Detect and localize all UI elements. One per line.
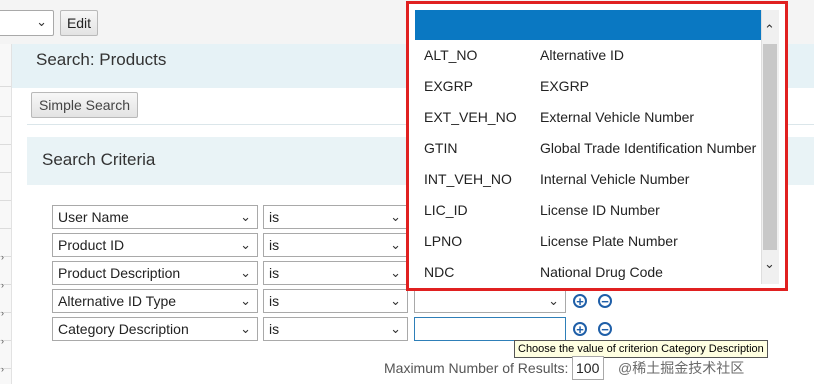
option-description: EXGRP xyxy=(540,78,590,94)
chevron-down-icon: ⌄ xyxy=(240,321,251,336)
max-results-input[interactable]: 100 xyxy=(572,356,604,380)
criterion-field-value: User Name xyxy=(58,209,129,225)
chevron-down-icon: ⌄ xyxy=(240,265,251,280)
chevron-right-icon[interactable]: › xyxy=(1,252,4,262)
simple-search-button[interactable]: Simple Search xyxy=(31,92,138,118)
criterion-value-input[interactable] xyxy=(414,317,566,341)
max-results-label: Maximum Number of Results: xyxy=(384,360,569,376)
criterion-operator-select[interactable]: is ⌄ xyxy=(263,205,408,229)
add-criterion-icon[interactable]: + xyxy=(573,322,587,336)
chevron-down-icon: ⌄ xyxy=(390,321,401,336)
criterion-operator-value: is xyxy=(269,237,280,253)
chevron-down-icon: ⌄ xyxy=(36,14,47,29)
criterion-field-value: Product ID xyxy=(58,237,125,253)
chevron-down-icon: ⌄ xyxy=(240,209,251,224)
criterion-operator-value: is xyxy=(269,209,280,225)
criterion-operator-select[interactable]: is ⌄ xyxy=(263,233,408,257)
dropdown-selected-option[interactable] xyxy=(415,10,761,40)
criterion-field-select[interactable]: User Name ⌄ xyxy=(52,205,258,229)
tooltip: Choose the value of criterion Category D… xyxy=(514,340,768,358)
criterion-field-select[interactable]: Alternative ID Type ⌄ xyxy=(52,289,258,313)
criterion-operator-value: is xyxy=(269,321,280,337)
option-description: License Plate Number xyxy=(540,233,678,249)
option-description: Global Trade Identification Number xyxy=(540,140,757,156)
chevron-down-icon: ⌄ xyxy=(390,293,401,308)
chevron-down-icon[interactable]: ⌄ xyxy=(764,256,775,272)
remove-criterion-icon[interactable]: − xyxy=(598,322,612,336)
chevron-down-icon: ⌄ xyxy=(240,293,251,308)
option-code: GTIN xyxy=(424,140,458,156)
option-description: License ID Number xyxy=(540,202,660,218)
criterion-operator-value: is xyxy=(269,265,280,281)
chevron-right-icon[interactable]: › xyxy=(1,280,4,290)
watermark: @稀土掘金技术社区 xyxy=(618,360,745,376)
scrollbar-thumb[interactable] xyxy=(763,44,777,250)
chevron-right-icon[interactable]: › xyxy=(1,364,4,374)
criterion-value-select[interactable]: ⌄ xyxy=(414,289,566,313)
chevron-right-icon[interactable]: › xyxy=(1,336,4,346)
chevron-down-icon: ⌄ xyxy=(240,237,251,252)
remove-criterion-icon[interactable]: − xyxy=(598,294,612,308)
criterion-operator-select[interactable]: is ⌄ xyxy=(263,317,408,341)
criterion-field-value: Product Description xyxy=(58,265,181,281)
chevron-right-icon[interactable]: › xyxy=(1,308,4,318)
chevron-down-icon: ⌄ xyxy=(548,293,559,308)
option-code: EXGRP xyxy=(424,78,474,94)
option-code: LPNO xyxy=(424,233,463,249)
page-title: Search: Products xyxy=(36,50,167,69)
criterion-field-select[interactable]: Product Description ⌄ xyxy=(52,261,258,285)
criterion-operator-select[interactable]: is ⌄ xyxy=(263,289,408,313)
criteria-title: Search Criteria xyxy=(42,150,156,169)
chevron-up-icon[interactable]: ⌃ xyxy=(764,22,775,38)
option-description: National Drug Code xyxy=(540,264,663,280)
add-criterion-icon[interactable]: + xyxy=(573,294,587,308)
chevron-down-icon: ⌄ xyxy=(390,237,401,252)
option-description: Alternative ID xyxy=(540,47,625,63)
top-select[interactable]: ⌄ xyxy=(0,10,54,36)
criterion-field-select[interactable]: Product ID ⌄ xyxy=(52,233,258,257)
chevron-down-icon: ⌄ xyxy=(390,209,401,224)
criterion-operator-value: is xyxy=(269,293,280,309)
criterion-field-value: Category Description xyxy=(58,321,189,337)
option-code: NDC xyxy=(424,264,455,280)
chevron-down-icon: ⌄ xyxy=(390,265,401,280)
option-code: INT_VEH_NO xyxy=(424,171,512,187)
left-gutter: › › › › › xyxy=(0,44,12,384)
option-description: Internal Vehicle Number xyxy=(540,171,690,187)
criterion-field-value: Alternative ID Type xyxy=(58,293,177,309)
criterion-operator-select[interactable]: is ⌄ xyxy=(263,261,408,285)
option-description: External Vehicle Number xyxy=(540,109,695,125)
edit-button[interactable]: Edit xyxy=(60,10,98,36)
option-code: ALT_NO xyxy=(424,47,478,63)
option-code: EXT_VEH_NO xyxy=(424,109,517,125)
criterion-field-select[interactable]: Category Description ⌄ xyxy=(52,317,258,341)
option-code: LIC_ID xyxy=(424,202,468,218)
